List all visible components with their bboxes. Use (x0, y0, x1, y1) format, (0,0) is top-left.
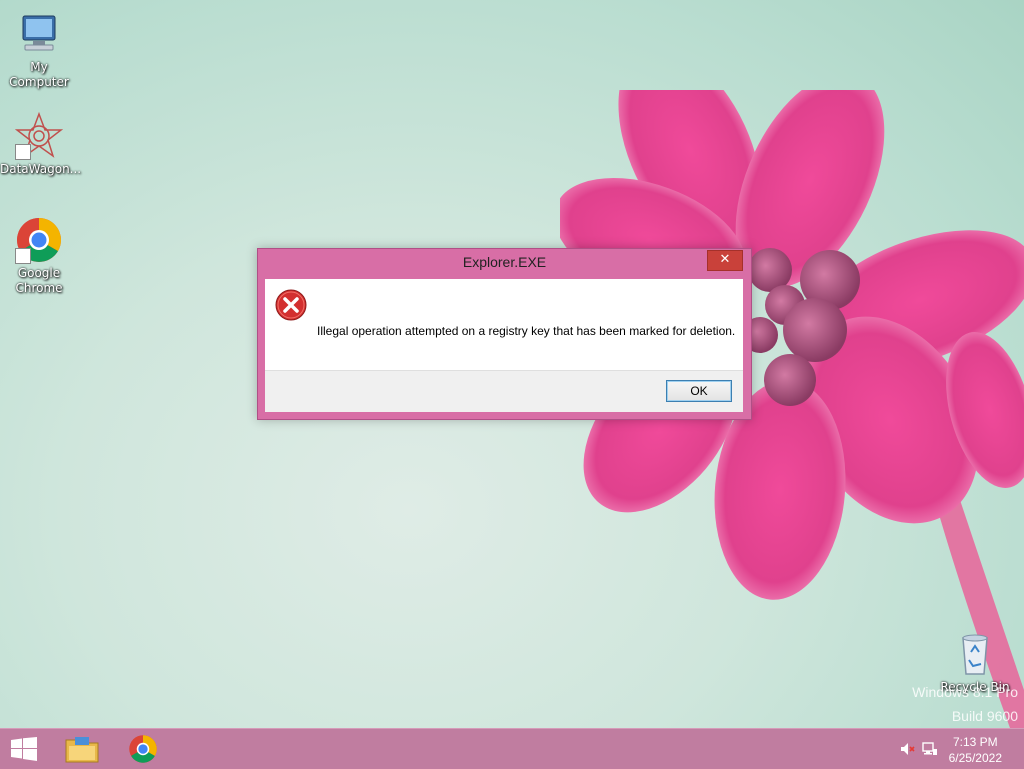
volume-muted-icon[interactable] (899, 741, 915, 757)
recycle-bin-icon (951, 630, 999, 678)
clock[interactable]: 7:13 PM 6/25/2022 (949, 734, 1002, 766)
windows-start-icon (11, 737, 37, 761)
desktop: My Computer DataWagon... Google Chrome R… (0, 0, 1024, 728)
clock-time: 7:13 PM (952, 735, 998, 749)
computer-icon (15, 10, 63, 58)
desktop-icon-label: My Computer (9, 60, 69, 89)
desktop-icon-my-computer[interactable]: My Computer (0, 10, 78, 90)
watermark-build: Build 9600 (951, 708, 1018, 724)
system-tray: 7:13 PM 6/25/2022 (884, 729, 1024, 769)
chrome-icon (15, 216, 63, 264)
desktop-icon-label: DataWagon... (0, 162, 82, 176)
dialog-body: Illegal operation attempted on a registr… (265, 279, 743, 370)
error-dialog: Explorer.EXE ✕ Illegal operation attempt… (257, 248, 752, 420)
ok-button[interactable]: OK (666, 380, 732, 402)
network-icon[interactable] (921, 741, 937, 757)
datawagon-icon (14, 111, 64, 160)
clock-date: 6/25/2022 (948, 751, 1002, 765)
shortcut-arrow-icon (15, 248, 31, 264)
file-explorer-icon (65, 737, 99, 763)
shortcut-arrow-icon (15, 144, 31, 160)
desktop-icon-label: Google Chrome (15, 266, 63, 295)
close-button[interactable]: ✕ (707, 250, 743, 271)
close-icon: ✕ (719, 252, 731, 267)
taskbar-file-explorer[interactable] (56, 729, 112, 769)
desktop-icon-google-chrome[interactable]: Google Chrome (0, 216, 78, 296)
error-icon (275, 289, 307, 321)
watermark-edition: Windows 8.1 Pro (912, 684, 1018, 700)
dialog-footer: OK (265, 370, 743, 412)
taskbar-google-chrome[interactable] (115, 729, 171, 769)
error-message: Illegal operation attempted on a registr… (317, 324, 736, 338)
chrome-icon (129, 735, 157, 763)
taskbar: 7:13 PM 6/25/2022 (0, 728, 1024, 769)
start-button[interactable] (0, 729, 48, 769)
desktop-icon-datawagon[interactable]: DataWagon... (0, 111, 82, 177)
dialog-title: Explorer.EXE (462, 254, 547, 270)
os-watermark: Windows 8.1 Pro Build 9600 (912, 680, 1018, 728)
dialog-content: Illegal operation attempted on a registr… (265, 279, 743, 412)
